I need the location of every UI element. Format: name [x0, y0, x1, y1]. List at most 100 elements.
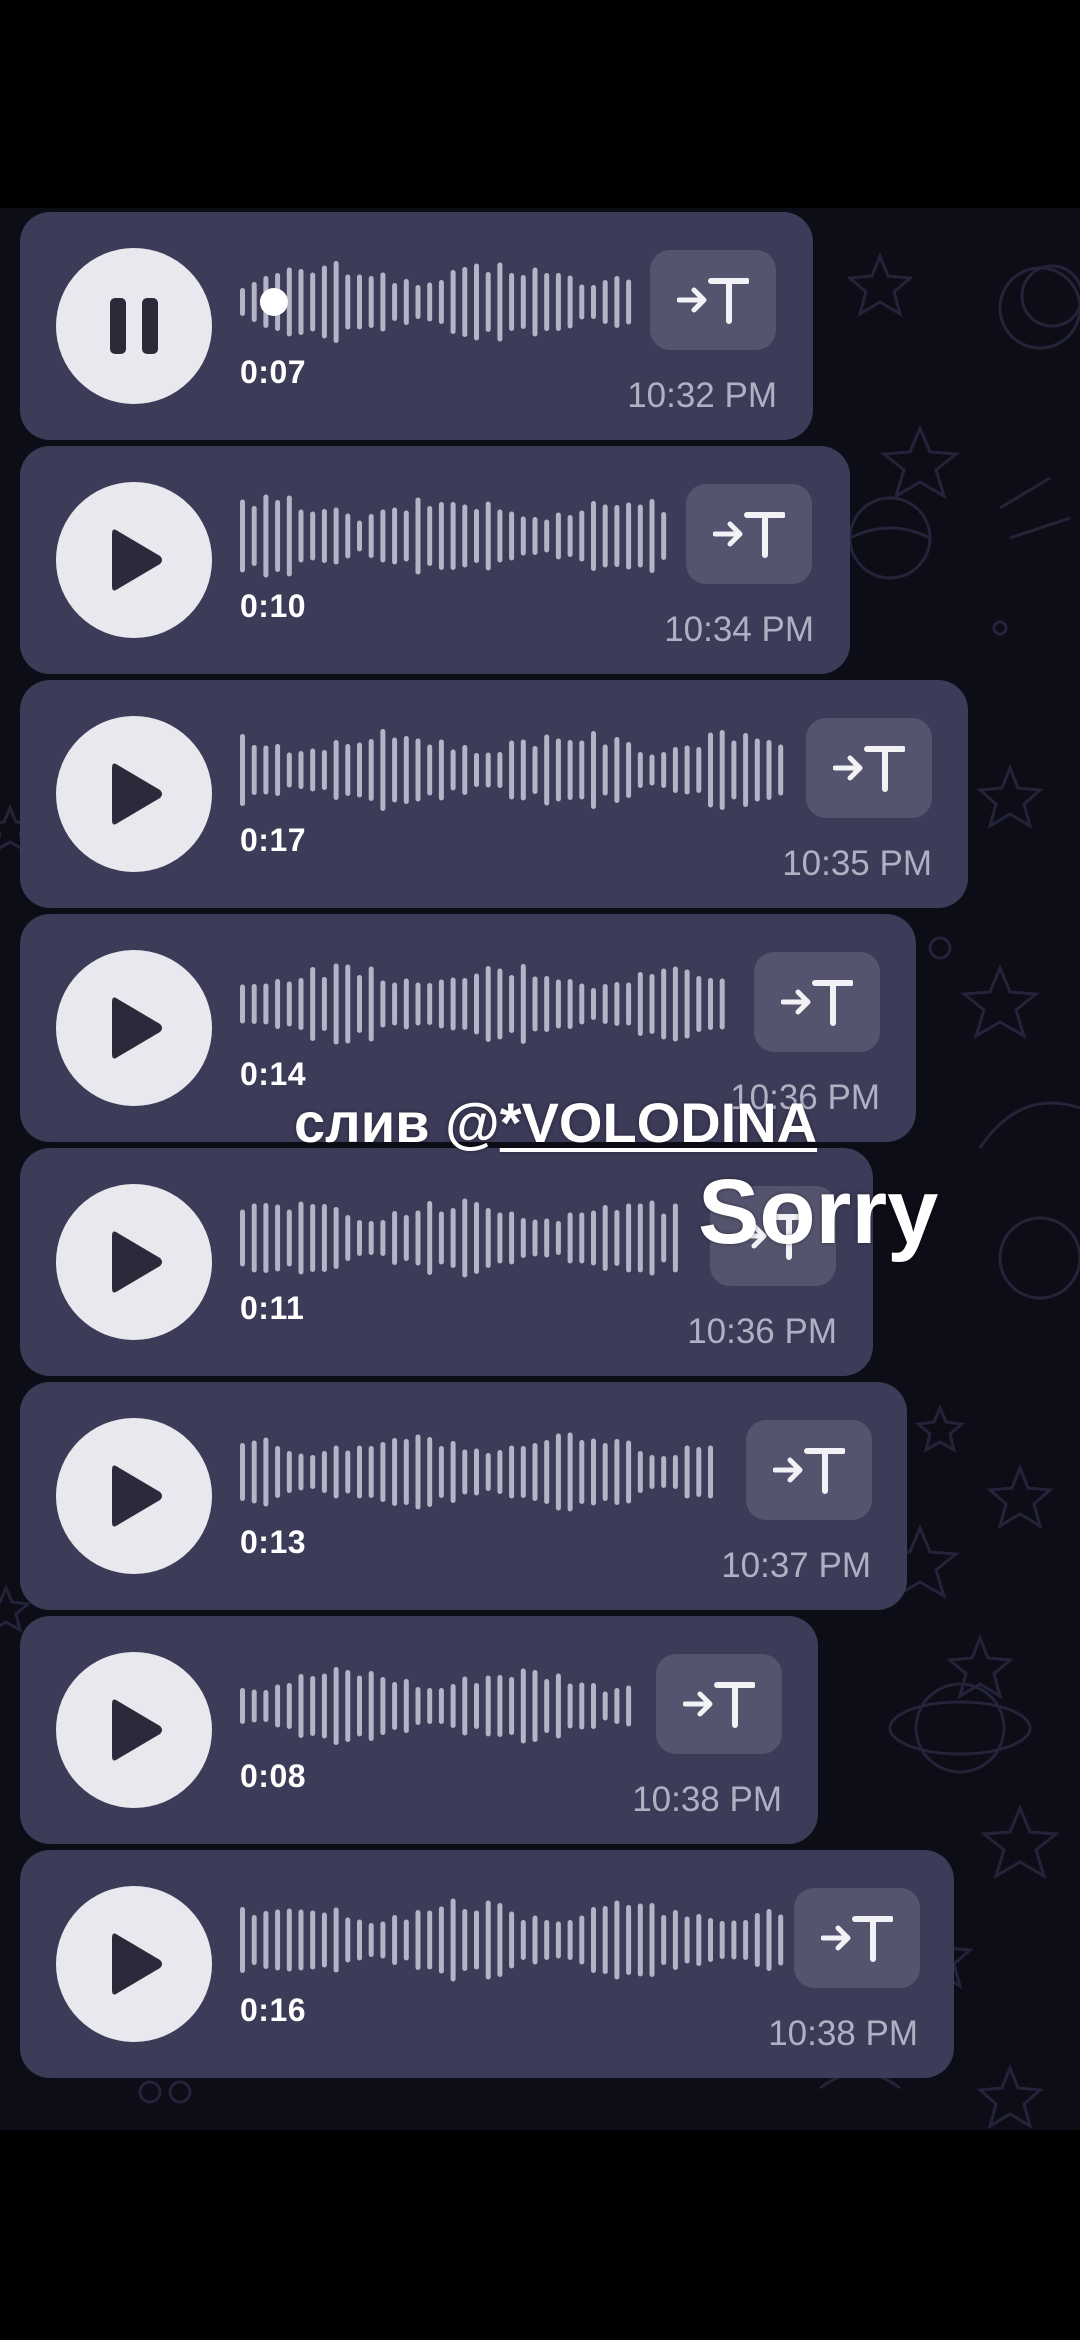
- waveform-bar: [462, 504, 468, 568]
- waveform-bar: [240, 499, 245, 573]
- play-icon: [112, 1465, 162, 1527]
- waveform-bar: [649, 1455, 655, 1489]
- play-button[interactable]: [56, 1652, 212, 1808]
- waveform[interactable]: [240, 488, 680, 584]
- waveform-bar: [438, 979, 444, 1029]
- waveform-bar: [450, 749, 456, 791]
- voice-message-bubble[interactable]: 0:17 10:35 PM: [20, 680, 968, 908]
- waveform-bar: [368, 1221, 374, 1255]
- waveform-bar: [357, 742, 362, 798]
- waveform-bar: [684, 1916, 690, 1964]
- waveform-bar: [661, 1213, 667, 1263]
- waveform-bar: [555, 512, 561, 560]
- waveform-bar: [438, 1688, 444, 1724]
- waveform[interactable]: [240, 956, 736, 1052]
- waveform-bar: [427, 1201, 433, 1275]
- transcribe-button[interactable]: [656, 1654, 782, 1754]
- transcribe-button[interactable]: [754, 952, 880, 1052]
- waveform-bar: [403, 978, 409, 1030]
- pause-button[interactable]: [56, 248, 212, 404]
- play-icon: [112, 529, 162, 591]
- play-button[interactable]: [56, 1184, 212, 1340]
- overlay-handle-name: *VOLODINA: [499, 1091, 818, 1154]
- waveform-bar: [450, 977, 456, 1031]
- waveform-bar: [497, 262, 503, 342]
- waveform-bar: [532, 746, 538, 794]
- waveform-bar: [555, 979, 561, 1029]
- waveform-bar: [579, 983, 585, 1025]
- waveform-bar: [462, 1676, 468, 1736]
- transcribe-button[interactable]: [806, 718, 932, 818]
- voice-message-bubble[interactable]: 0:07 10:32 PM: [20, 212, 813, 440]
- waveform-bar: [637, 1203, 643, 1273]
- waveform-bar: [251, 745, 257, 795]
- waveform-bar: [509, 1911, 515, 1969]
- waveform[interactable]: [240, 1658, 638, 1754]
- waveform-bar: [368, 1923, 374, 1957]
- voice-message-bubble[interactable]: 0:08 10:38 PM: [20, 1616, 818, 1844]
- waveform-bar: [251, 1440, 257, 1504]
- play-button[interactable]: [56, 716, 212, 872]
- transcribe-button[interactable]: [650, 250, 776, 350]
- waveform-bar: [602, 744, 608, 796]
- waveform-bar: [275, 1204, 281, 1272]
- playback-position-knob[interactable]: [259, 288, 288, 316]
- waveform-bar: [333, 1207, 339, 1269]
- waveform[interactable]: [240, 1892, 794, 1988]
- waveform-bar: [509, 1445, 515, 1499]
- play-button[interactable]: [56, 482, 212, 638]
- waveform-bar: [579, 1682, 585, 1730]
- waveform-bar: [368, 514, 374, 558]
- waveform[interactable]: [240, 1424, 720, 1520]
- waveform-bar: [368, 739, 374, 801]
- waveform[interactable]: [240, 254, 638, 350]
- waveform-bar: [661, 1915, 667, 1965]
- waveform-bar: [567, 1683, 573, 1729]
- waveform-bar: [251, 1915, 257, 1965]
- play-button[interactable]: [56, 1418, 212, 1574]
- waveform-bar: [345, 274, 351, 330]
- transcribe-button[interactable]: [686, 484, 812, 584]
- waveform-bar: [754, 738, 760, 802]
- voice-message-bubble[interactable]: 0:13 10:37 PM: [20, 1382, 907, 1610]
- waveform-bar: [345, 744, 351, 796]
- waveform-bar: [591, 1907, 596, 1973]
- transcribe-button[interactable]: [746, 1420, 872, 1520]
- waveform-bar: [392, 1915, 398, 1965]
- waveform-bar: [614, 1900, 620, 1980]
- waveform-bar: [310, 1676, 316, 1736]
- voice-message-bubble[interactable]: 0:16 10:38 PM: [20, 1850, 954, 2078]
- waveform-bar: [474, 509, 479, 563]
- waveform-bar: [509, 975, 515, 1033]
- waveform-bar: [485, 501, 491, 571]
- waveform-bar: [310, 272, 316, 332]
- message-time: 10:38 PM: [768, 2014, 918, 2053]
- waveform-bar: [544, 1679, 550, 1733]
- play-icon: [112, 1231, 162, 1293]
- waveform-bar: [520, 1218, 526, 1258]
- waveform-bar: [474, 973, 479, 1035]
- transcribe-button[interactable]: [794, 1888, 920, 1988]
- waveform-bar: [684, 969, 690, 1039]
- waveform-bar: [286, 752, 292, 788]
- waveform-bar: [532, 517, 538, 555]
- waveform-bar: [275, 1909, 281, 1971]
- waveform-bar: [310, 511, 316, 561]
- waveform-bar: [462, 1198, 468, 1278]
- waveform-bar: [684, 1445, 690, 1499]
- waveform-bar: [392, 1682, 398, 1730]
- waveform-bar: [368, 1671, 374, 1741]
- waveform-bar: [298, 978, 304, 1030]
- waveform[interactable]: [240, 1190, 690, 1286]
- waveform-bar: [485, 272, 491, 332]
- waveform-bar: [251, 1689, 257, 1723]
- waveform-bar: [672, 1455, 678, 1489]
- play-button[interactable]: [56, 950, 212, 1106]
- waveform-bar: [240, 1209, 245, 1267]
- waveform-bar: [310, 1204, 316, 1272]
- voice-message-bubble[interactable]: 0:10 10:34 PM: [20, 446, 850, 674]
- message-time: 10:32 PM: [627, 376, 777, 415]
- play-button[interactable]: [56, 1886, 212, 2042]
- waveform-bar: [497, 1450, 503, 1494]
- waveform[interactable]: [240, 722, 796, 818]
